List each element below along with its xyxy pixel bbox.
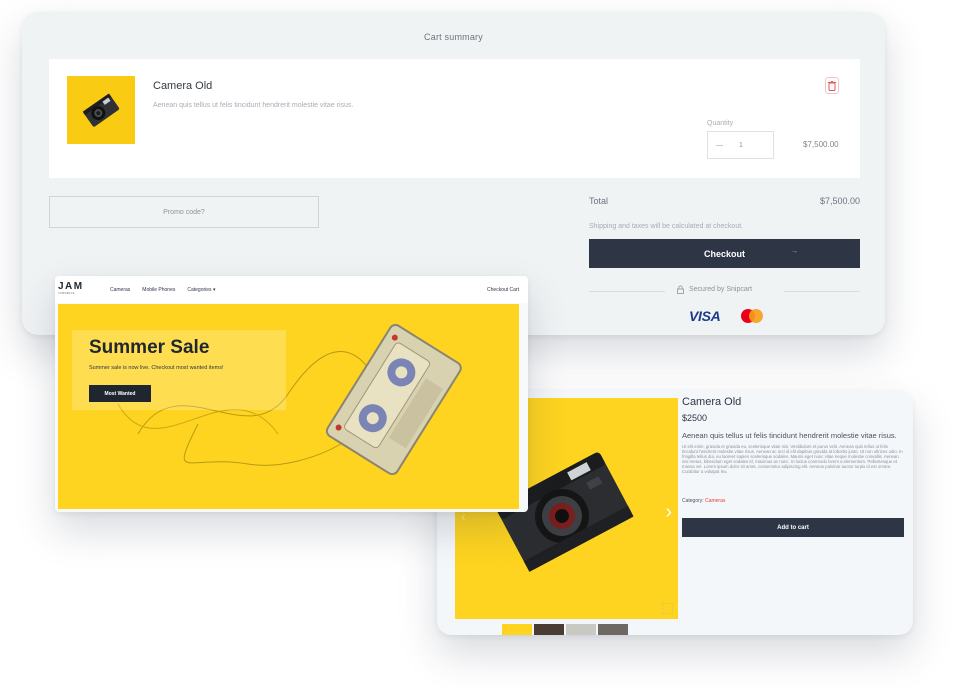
gallery-thumbnail[interactable] <box>566 624 596 635</box>
logo[interactable]: JAM COMMERCE <box>58 282 90 296</box>
product-title: Camera Old <box>682 396 742 408</box>
secured-by: Secured by Snipcart <box>677 285 752 294</box>
quantity-label: Quantity <box>707 120 734 127</box>
visa-logo: VISA <box>689 308 721 324</box>
most-wanted-button[interactable]: Most Wanted <box>89 385 151 402</box>
nav-item-categories[interactable]: Categories ▾ <box>187 287 215 293</box>
nav-menu: Cameras Mobile Phones Categories ▾ <box>110 287 215 293</box>
total-value: $7,500.00 <box>819 196 860 206</box>
gallery-thumbnail[interactable] <box>502 624 532 635</box>
checkout-cart-link[interactable]: Checkout Cart <box>487 287 519 293</box>
add-to-cart-button[interactable]: Add to cart <box>682 518 904 537</box>
category-label: Category: <box>682 498 704 504</box>
hero-banner: Summer Sale Summer sale is now live. Che… <box>58 304 519 509</box>
secured-by-row: Secured by Snipcart <box>589 285 860 299</box>
product-thumbnail <box>67 76 135 144</box>
product-category: Category: Cameras <box>682 498 725 504</box>
nav-item-cameras[interactable]: Cameras <box>110 287 130 293</box>
total-label: Total <box>589 196 609 206</box>
cart-item-name: Camera Old <box>153 80 213 92</box>
logo-text: JAM <box>58 281 84 292</box>
quantity-value: 1 <box>739 141 743 149</box>
shipping-note: Shipping and taxes will be calculated at… <box>589 223 744 230</box>
nav-item-mobile-phones[interactable]: Mobile Phones <box>142 287 175 293</box>
product-lead: Aenean quis tellus ut felis tincidunt he… <box>682 431 897 440</box>
checkout-button[interactable]: Checkout → <box>589 239 860 268</box>
gallery-thumbnail[interactable] <box>534 624 564 635</box>
divider <box>784 291 860 292</box>
banner-title: Summer Sale <box>89 337 210 358</box>
line-total: $7,500.00 <box>803 140 839 149</box>
cart-item: Camera Old Aenean quis tellus ut felis t… <box>49 59 860 178</box>
cart-title: Cart summary <box>424 32 483 42</box>
fullscreen-icon[interactable] <box>662 603 673 614</box>
product-description: Ut elit enim, gravida et gravida eu, sce… <box>682 444 903 475</box>
remove-item-button[interactable] <box>825 77 839 94</box>
checkout-label: Checkout <box>703 248 745 259</box>
category-link[interactable]: Cameras <box>705 498 725 504</box>
quantity-stepper[interactable]: — 1 <box>707 131 774 159</box>
arrow-right-icon: → <box>791 248 798 255</box>
cart-item-description: Aenean quis tellus ut felis tincidunt he… <box>153 102 354 109</box>
trash-icon <box>828 80 836 91</box>
navbar: JAM COMMERCE Cameras Mobile Phones Categ… <box>55 276 528 303</box>
storefront-panel: JAM COMMERCE Cameras Mobile Phones Categ… <box>55 276 528 512</box>
divider <box>589 291 665 292</box>
banner-subtitle: Summer sale is now live. Checkout most w… <box>89 365 224 371</box>
camera-image <box>82 93 120 127</box>
gallery-thumbnail[interactable] <box>598 624 628 635</box>
logo-subtext: COMMERCE <box>58 292 75 295</box>
lock-icon <box>677 285 684 294</box>
secured-by-label: Secured by Snipcart <box>689 286 753 293</box>
promo-code-button[interactable]: Promo code? <box>49 196 319 228</box>
gallery-next-button[interactable]: › <box>665 502 672 522</box>
decrement-button[interactable]: — <box>716 142 723 149</box>
product-price: $2500 <box>682 413 708 423</box>
gallery-thumbnails <box>502 624 628 635</box>
mastercard-logo <box>741 309 763 323</box>
